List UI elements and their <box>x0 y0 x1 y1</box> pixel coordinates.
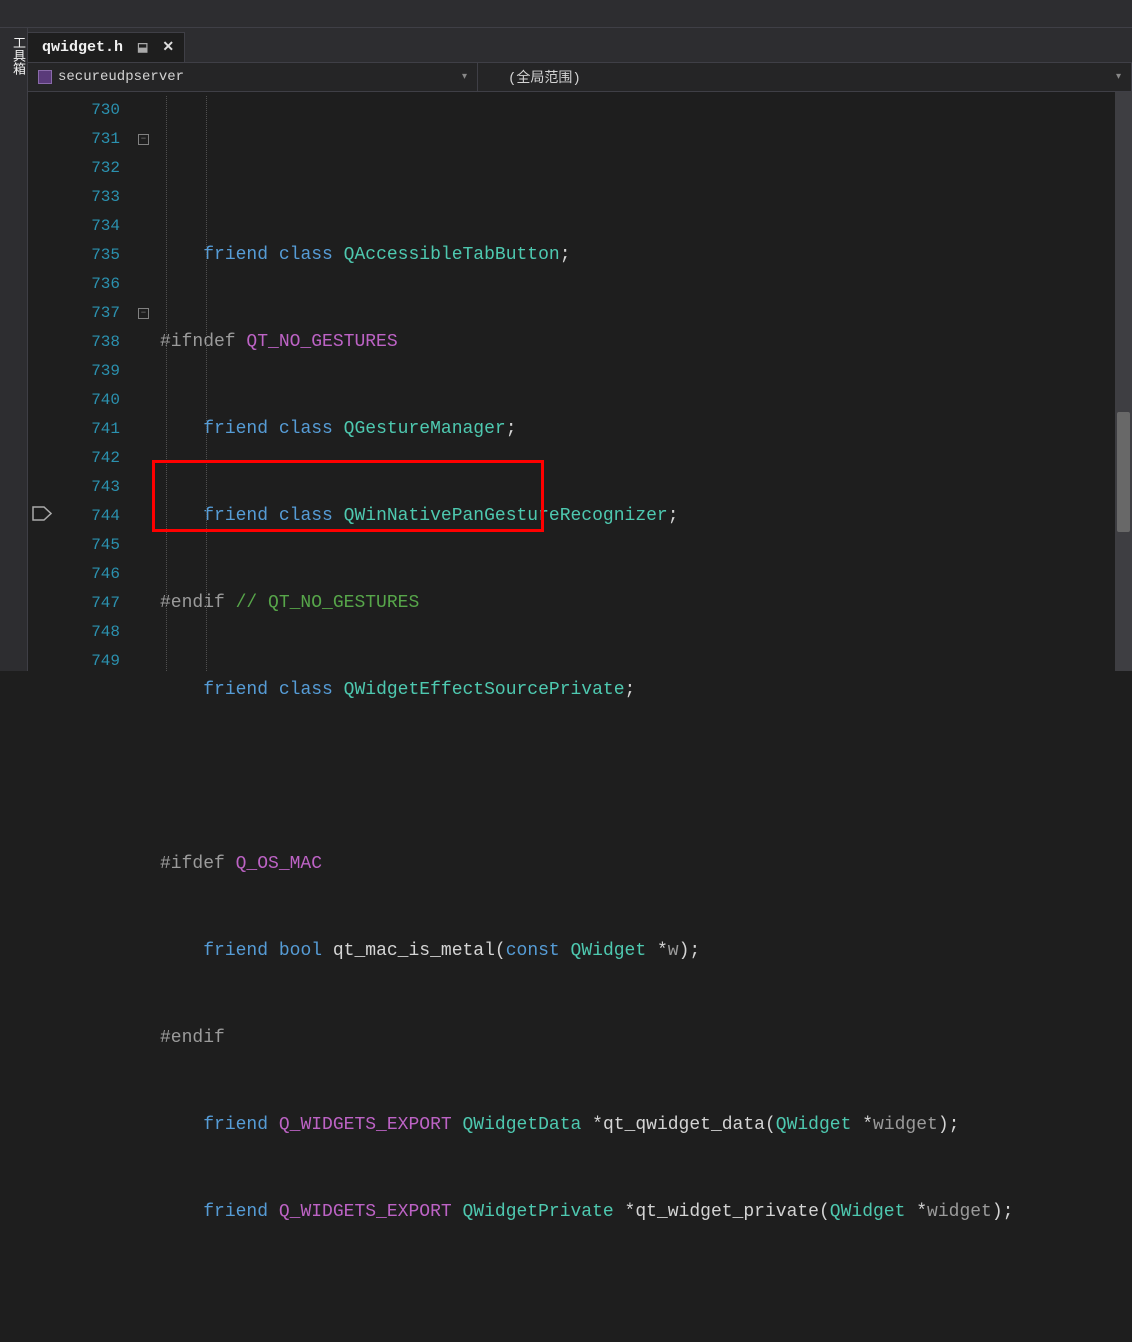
code-line: friend Q_WIDGETS_EXPORT QWidgetData *qt_… <box>160 1111 1132 1140</box>
line-number: 749 <box>58 647 120 676</box>
glyph-margin <box>28 92 58 671</box>
line-number: 747 <box>58 589 120 618</box>
nav-right-label: (全局范围) <box>508 67 581 87</box>
scope-dropdown-project[interactable]: secureudpserver ▾ <box>28 63 478 91</box>
line-number: 731 <box>58 125 120 154</box>
scrollbar-thumb[interactable] <box>1117 412 1130 532</box>
code-editor[interactable]: 730 731 732 733 734 735 736 737 738 739 … <box>28 92 1132 671</box>
chevron-down-icon: ▾ <box>462 71 467 83</box>
code-line <box>160 1285 1132 1314</box>
scope-dropdown-scope[interactable]: (全局范围) ▾ <box>478 63 1132 91</box>
line-number: 740 <box>58 386 120 415</box>
code-line: #ifndef QT_NO_GESTURES <box>160 328 1132 357</box>
code-line: friend class QGestureManager; <box>160 415 1132 444</box>
line-number: 736 <box>58 270 120 299</box>
line-number: 730 <box>58 96 120 125</box>
code-line: #endif <box>160 1024 1132 1053</box>
tab-qwidget-h[interactable]: qwidget.h ⬓ ✕ <box>28 32 185 62</box>
toolbar <box>0 0 1132 28</box>
pin-icon[interactable]: ⬓ <box>137 40 148 55</box>
line-number: 741 <box>58 415 120 444</box>
chevron-down-icon: ▾ <box>1116 71 1121 83</box>
indent-guide <box>166 96 167 671</box>
line-number: 735 <box>58 241 120 270</box>
code-line: #ifdef Q_OS_MAC <box>160 850 1132 879</box>
code-line <box>160 763 1132 792</box>
line-number: 743 <box>58 473 120 502</box>
line-number: 732 <box>58 154 120 183</box>
tab-bar: qwidget.h ⬓ ✕ <box>28 28 1132 62</box>
project-icon <box>38 70 52 84</box>
code-line: friend class QAccessibleTabButton; <box>160 241 1132 270</box>
code-area[interactable]: friend class QAccessibleTabButton; #ifnd… <box>160 92 1132 671</box>
line-number: 733 <box>58 183 120 212</box>
line-number: 748 <box>58 618 120 647</box>
line-number: 744 <box>58 502 120 531</box>
code-line: #endif // QT_NO_GESTURES <box>160 589 1132 618</box>
fold-toggle-icon[interactable]: − <box>138 308 149 319</box>
close-icon[interactable]: ✕ <box>162 39 174 56</box>
vertical-scrollbar[interactable] <box>1115 92 1132 671</box>
line-number: 746 <box>58 560 120 589</box>
line-number-gutter: 730 731 732 733 734 735 736 737 738 739 … <box>58 92 136 671</box>
nav-left-label: secureudpserver <box>58 69 184 85</box>
navigation-bar: secureudpserver ▾ (全局范围) ▾ <box>28 62 1132 92</box>
fold-toggle-icon[interactable]: − <box>138 134 149 145</box>
fold-column: − − <box>136 92 160 671</box>
code-line: friend Q_WIDGETS_EXPORT QWidgetPrivate *… <box>160 1198 1132 1227</box>
tab-title: qwidget.h <box>42 39 123 56</box>
line-number: 738 <box>58 328 120 357</box>
line-number: 739 <box>58 357 120 386</box>
current-line-indicator-icon <box>32 506 52 521</box>
line-number: 745 <box>58 531 120 560</box>
line-number: 742 <box>58 444 120 473</box>
line-number: 737 <box>58 299 120 328</box>
code-line: friend bool qt_mac_is_metal(const QWidge… <box>160 937 1132 966</box>
code-line: friend class QWidgetEffectSourcePrivate; <box>160 676 1132 705</box>
toolbox-sidebar[interactable]: 工具箱 <box>0 28 28 671</box>
line-number: 734 <box>58 212 120 241</box>
code-line: friend class QWinNativePanGestureRecogni… <box>160 502 1132 531</box>
indent-guide <box>206 96 207 671</box>
toolbox-label: 工具箱 <box>10 36 25 75</box>
